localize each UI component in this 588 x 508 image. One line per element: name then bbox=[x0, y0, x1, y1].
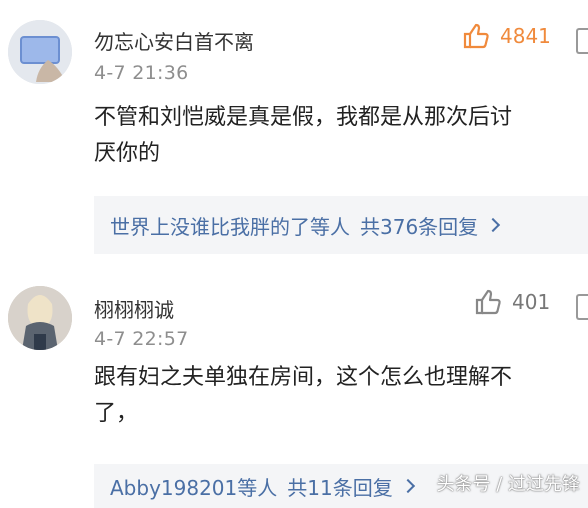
like-count: 401 bbox=[512, 290, 551, 314]
timestamp: 4-7 22:57 bbox=[94, 328, 189, 350]
username[interactable]: 栩栩栩诚 bbox=[94, 294, 174, 323]
chevron-right-icon bbox=[400, 478, 415, 494]
reply-users[interactable]: Abby198201等人 bbox=[110, 472, 277, 501]
thumbs-up-icon bbox=[463, 23, 489, 49]
chevron-right-icon bbox=[486, 217, 501, 233]
like-button[interactable]: 401 bbox=[474, 288, 550, 316]
thumbs-up-icon bbox=[475, 289, 501, 315]
comment-text-line: 了， bbox=[94, 401, 139, 426]
reply-icon[interactable] bbox=[576, 28, 588, 54]
person-photo-avatar-icon bbox=[8, 286, 72, 350]
comment-text-line: 厌你的 bbox=[94, 141, 161, 166]
timestamp: 4-7 21:36 bbox=[94, 62, 189, 84]
comment-text-line: 不管和刘恺威是真是假，我都是从那次后讨 bbox=[94, 105, 513, 130]
username[interactable]: 勿忘心安白首不离 bbox=[94, 26, 254, 55]
reply-users[interactable]: 世界上没谁比我胖的了等人 bbox=[110, 211, 350, 240]
like-button[interactable]: 4841 bbox=[462, 22, 551, 50]
watermark: 头条号 / 过过先锋 bbox=[436, 474, 580, 495]
comment-text: 跟有妇之夫单独在房间，这个怎么也理解不 了， bbox=[94, 360, 588, 432]
comment-item: 栩栩栩诚 4-7 22:57 401 跟有妇之夫单独在房间，这个怎么也理解不 了… bbox=[0, 272, 588, 508]
comment-text-line: 跟有妇之夫单独在房间，这个怎么也理解不 bbox=[94, 365, 513, 390]
reply-count[interactable]: 共11条回复 bbox=[287, 472, 392, 501]
avatar[interactable] bbox=[8, 286, 72, 350]
like-count: 4841 bbox=[500, 24, 551, 48]
reply-summary[interactable]: 世界上没谁比我胖的了等人 共376条回复 bbox=[94, 196, 588, 254]
avatar[interactable] bbox=[8, 20, 72, 84]
phone-photo-avatar-icon bbox=[8, 20, 72, 84]
comment-text: 不管和刘恺威是真是假，我都是从那次后讨 厌你的 bbox=[94, 100, 588, 172]
reply-icon[interactable] bbox=[576, 294, 588, 320]
comment-item: 勿忘心安白首不离 4-7 21:36 4841 不管和刘恺威是真是假，我都是从那… bbox=[0, 0, 588, 272]
reply-count[interactable]: 共376条回复 bbox=[360, 211, 478, 240]
